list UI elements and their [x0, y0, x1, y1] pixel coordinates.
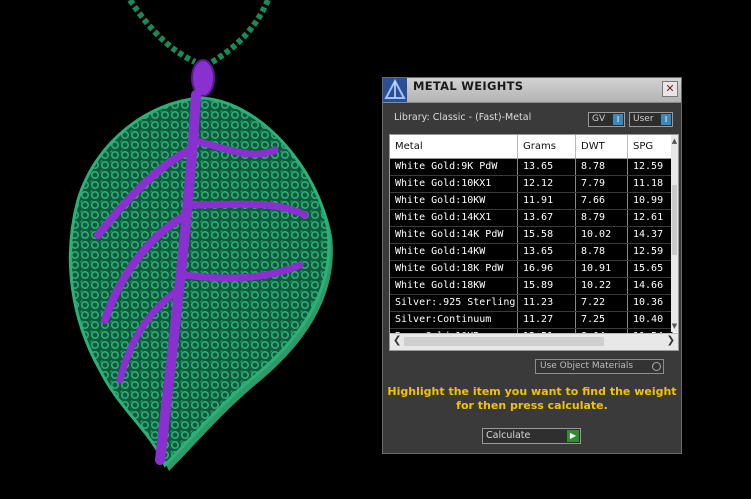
cell-metal: White Gold:10KW [390, 193, 518, 209]
cell-grams: 13.65 [518, 159, 576, 175]
cell-dwt: 8.79 [576, 210, 628, 226]
table-row[interactable]: Silver:.925 Sterling 11.23 7.22 10.36 [390, 295, 673, 312]
3d-viewport[interactable] [0, 0, 380, 499]
cell-spg: 11.18 [628, 176, 673, 192]
cell-spg: 10.36 [628, 295, 673, 311]
column-header-dwt[interactable]: DWT [576, 135, 628, 158]
metal-weights-table: Metal Grams DWT SPG White Gold:9K PdW 13.… [389, 134, 679, 351]
cell-metal: White Gold:10KX1 [390, 176, 518, 192]
table-row[interactable]: White Gold:18K PdW 16.96 10.91 15.65 [390, 261, 673, 278]
app-logo-icon [383, 78, 407, 102]
cell-spg: 10.40 [628, 312, 673, 328]
play-icon: ▶ [567, 430, 579, 442]
instruction-line-2: for then press calculate. [456, 399, 608, 412]
calculate-button[interactable]: Calculate ▶ [482, 428, 581, 444]
cell-spg: 10.99 [628, 193, 673, 209]
cell-metal: White Gold:18KW [390, 278, 518, 294]
table-row[interactable]: Silver:Continuum 11.27 7.25 10.40 [390, 312, 673, 329]
cell-metal: White Gold:14KX1 [390, 210, 518, 226]
chain-left [127, 0, 197, 65]
column-header-spg[interactable]: SPG [628, 135, 673, 158]
cell-dwt: 10.02 [576, 227, 628, 243]
metal-weights-panel: METAL WEIGHTS ✕ Library: Classic - (Fast… [382, 77, 682, 454]
table-row[interactable]: White Gold:9K PdW 13.65 8.78 12.59 [390, 159, 673, 176]
library-label: Library: Classic - (Fast)-Metal [394, 112, 532, 123]
cell-dwt: 7.79 [576, 176, 628, 192]
table-row[interactable]: White Gold:14KW 13.65 8.78 12.59 [390, 244, 673, 261]
instruction-line-1: Highlight the item you want to find the … [387, 385, 677, 398]
radio-icon [652, 362, 661, 371]
cell-grams: 12.12 [518, 176, 576, 192]
table-row[interactable]: White Gold:10KW 11.91 7.66 10.99 [390, 193, 673, 210]
vertical-scrollbar[interactable]: ▲ ▼ [671, 135, 678, 332]
instruction-text: Highlight the item you want to find the … [383, 385, 681, 413]
toggle-switch-icon: I [661, 114, 671, 125]
use-object-materials-label: Use Object Materials [540, 361, 634, 371]
cell-dwt: 10.91 [576, 261, 628, 277]
user-toggle[interactable]: User I [629, 112, 673, 127]
gv-toggle[interactable]: GV I [588, 112, 625, 127]
cell-grams: 11.23 [518, 295, 576, 311]
scroll-down-icon[interactable]: ▼ [671, 322, 678, 330]
cell-grams: 16.96 [518, 261, 576, 277]
scroll-left-icon[interactable]: ❮ [393, 335, 401, 346]
column-header-grams[interactable]: Grams [518, 135, 576, 158]
horizontal-scrollbar[interactable]: ❮ ❯ [390, 333, 678, 350]
cell-spg: 12.59 [628, 159, 673, 175]
cell-dwt: 10.22 [576, 278, 628, 294]
chain-right [210, 0, 271, 65]
vertical-scroll-thumb[interactable] [672, 185, 677, 255]
cell-grams: 15.89 [518, 278, 576, 294]
cell-grams: 13.65 [518, 244, 576, 260]
cell-dwt: 7.66 [576, 193, 628, 209]
cell-dwt: 7.25 [576, 312, 628, 328]
table-body: White Gold:9K PdW 13.65 8.78 12.59 White Gol… [390, 159, 673, 346]
close-button[interactable]: ✕ [662, 81, 678, 97]
use-object-materials-toggle[interactable]: Use Object Materials [535, 359, 664, 374]
cell-dwt: 7.22 [576, 295, 628, 311]
cell-grams: 15.58 [518, 227, 576, 243]
leaf-pendant-render [68, 0, 333, 471]
cell-metal: White Gold:18K PdW [390, 261, 518, 277]
scroll-up-icon[interactable]: ▲ [671, 137, 678, 145]
cell-grams: 11.91 [518, 193, 576, 209]
cell-grams: 11.27 [518, 312, 576, 328]
cell-metal: White Gold:14KW [390, 244, 518, 260]
cell-spg: 14.37 [628, 227, 673, 243]
cell-metal: Silver:Continuum [390, 312, 518, 328]
table-row[interactable]: White Gold:10KX1 12.12 7.79 11.18 [390, 176, 673, 193]
horizontal-scroll-thumb[interactable] [404, 337, 604, 346]
table-row[interactable]: White Gold:14K PdW 15.58 10.02 14.37 [390, 227, 673, 244]
cell-grams: 13.67 [518, 210, 576, 226]
column-header-metal[interactable]: Metal [390, 135, 518, 158]
cell-spg: 15.65 [628, 261, 673, 277]
panel-titlebar[interactable]: METAL WEIGHTS ✕ [383, 78, 681, 103]
scroll-right-icon[interactable]: ❯ [667, 335, 675, 346]
user-toggle-label: User [633, 114, 654, 124]
cell-dwt: 8.78 [576, 159, 628, 175]
table-row[interactable]: White Gold:14KX1 13.67 8.79 12.61 [390, 210, 673, 227]
cell-spg: 12.61 [628, 210, 673, 226]
table-header: Metal Grams DWT SPG [390, 135, 673, 159]
toggle-switch-icon: I [613, 114, 623, 125]
cell-metal: White Gold:14K PdW [390, 227, 518, 243]
cell-spg: 14.66 [628, 278, 673, 294]
cell-metal: White Gold:9K PdW [390, 159, 518, 175]
calculate-label: Calculate [486, 430, 531, 441]
cell-metal: Silver:.925 Sterling [390, 295, 518, 311]
cell-dwt: 8.78 [576, 244, 628, 260]
cell-spg: 12.59 [628, 244, 673, 260]
gv-toggle-label: GV [592, 114, 606, 124]
panel-title: METAL WEIGHTS [413, 79, 524, 93]
table-row[interactable]: White Gold:18KW 15.89 10.22 14.66 [390, 278, 673, 295]
leaf-body [68, 96, 331, 468]
